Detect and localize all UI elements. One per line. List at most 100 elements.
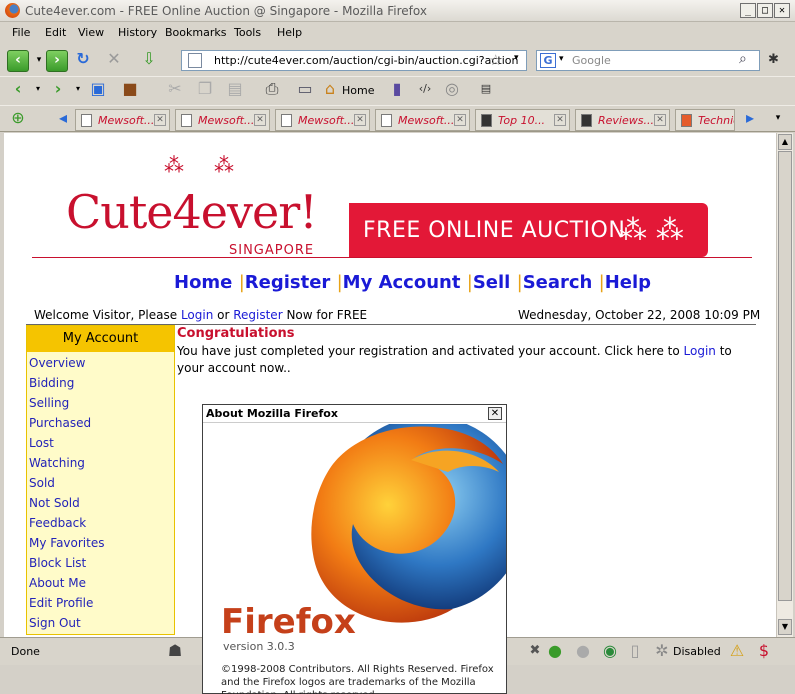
gear-icon[interactable]: ✲: [652, 641, 672, 663]
forward-button[interactable]: ›: [46, 50, 68, 72]
menu-edit[interactable]: Edit: [45, 26, 66, 39]
download-icon[interactable]: ⇩: [139, 49, 159, 71]
sidebar-item-feedback[interactable]: Feedback: [29, 516, 86, 530]
login-link[interactable]: Login: [181, 308, 213, 322]
info-icon[interactable]: ●: [545, 641, 565, 663]
register-link[interactable]: Register: [233, 308, 282, 322]
status-warning-icon[interactable]: ⚠: [727, 641, 747, 663]
back-menu-icon[interactable]: ▾: [28, 79, 48, 101]
tab-close-icon[interactable]: ✕: [554, 114, 566, 126]
close-window-button[interactable]: ✕: [774, 3, 790, 18]
briefcase-icon[interactable]: ■: [120, 79, 140, 101]
stop-icon[interactable]: ✕: [104, 49, 124, 71]
bookmarks-icon[interactable]: ▮: [387, 79, 407, 101]
bookmark-star-icon[interactable]: ☆: [489, 51, 502, 69]
tab-scroll-right-icon[interactable]: ▸: [740, 108, 760, 130]
url-text[interactable]: http://cute4ever.com/auction/cgi-bin/auc…: [214, 54, 518, 67]
sidebar-item-purchased[interactable]: Purchased: [29, 416, 91, 430]
status-circle-icon[interactable]: ●: [573, 641, 593, 663]
dialog-close-button[interactable]: ✕: [488, 407, 502, 420]
message-login-link[interactable]: Login: [684, 344, 716, 358]
menu-tools[interactable]: Tools: [234, 26, 261, 39]
menu-help[interactable]: Help: [277, 26, 302, 39]
tab-5[interactable]: Top 10... ✕: [475, 109, 570, 131]
tab-close-icon[interactable]: ✕: [154, 114, 166, 126]
source-icon[interactable]: ‹/›: [415, 79, 435, 101]
tab-3[interactable]: Mewsoft... ✕: [275, 109, 370, 131]
status-dollar-icon[interactable]: $: [754, 641, 774, 663]
sidebar-item-bidding[interactable]: Bidding: [29, 376, 74, 390]
search-engine-dropdown-icon[interactable]: ▾: [559, 54, 564, 64]
nav-my-account[interactable]: My Account: [343, 272, 461, 293]
tab-close-icon[interactable]: ✕: [654, 114, 666, 126]
copy-icon[interactable]: ❐: [195, 79, 215, 101]
menu-bookmarks[interactable]: Bookmarks: [165, 26, 226, 39]
extension-icon[interactable]: ✱: [768, 52, 779, 67]
forward-menu-icon[interactable]: ▾: [68, 79, 88, 101]
tab-2[interactable]: Mewsoft... ✕: [175, 109, 270, 131]
tab-close-icon[interactable]: ✕: [354, 114, 366, 126]
tab-6[interactable]: Reviews... ✕: [575, 109, 670, 131]
home-icon[interactable]: ⌂: [320, 79, 340, 101]
dialog-version: version 3.0.3: [223, 640, 295, 653]
tab-1[interactable]: Mewsoft... ✕: [75, 109, 170, 131]
sidebar-item-about-me[interactable]: About Me: [29, 576, 86, 590]
search-bar[interactable]: G ▾ Google ⌕: [536, 50, 760, 71]
printer-icon[interactable]: ▭: [295, 79, 315, 101]
scroll-down-icon[interactable]: ▼: [778, 619, 792, 635]
js-icon[interactable]: ▤: [476, 79, 496, 101]
tab-7[interactable]: Technic: [675, 109, 735, 131]
sidebar-item-watching[interactable]: Watching: [29, 456, 85, 470]
all-tabs-icon[interactable]: ▾: [768, 108, 788, 130]
sidebar-item-not-sold[interactable]: Not Sold: [29, 496, 80, 510]
nav-sell[interactable]: Sell: [473, 272, 511, 293]
print-icon[interactable]: ⎙: [262, 79, 282, 101]
home-button[interactable]: Home: [342, 84, 374, 97]
sidebar-item-sign-out[interactable]: Sign Out: [29, 616, 81, 630]
sidebar-item-sold[interactable]: Sold: [29, 476, 55, 490]
status-e-icon[interactable]: ◉: [600, 641, 620, 663]
status-addon-icon[interactable]: ☗: [165, 641, 185, 663]
menu-file[interactable]: File: [12, 26, 30, 39]
tab-scroll-left-icon[interactable]: ◂: [53, 108, 73, 130]
nav-register[interactable]: Register: [245, 272, 331, 293]
vertical-scrollbar[interactable]: ▲ ▼: [776, 133, 793, 637]
reload-icon[interactable]: ↻: [73, 49, 93, 71]
tab-close-icon[interactable]: ✕: [454, 114, 466, 126]
cut-icon[interactable]: ✂: [165, 79, 185, 101]
tab-close-icon[interactable]: ✕: [254, 114, 266, 126]
sidebar-item-block-list[interactable]: Block List: [29, 556, 86, 570]
sidebar-item-selling[interactable]: Selling: [29, 396, 69, 410]
options-icon[interactable]: ◎: [442, 79, 462, 101]
back-button[interactable]: ‹: [7, 50, 29, 72]
menu-history[interactable]: History: [118, 26, 157, 39]
forward-arrow-icon[interactable]: ›: [48, 79, 68, 101]
scroll-up-icon[interactable]: ▲: [778, 134, 792, 150]
new-tab-button-icon[interactable]: ⊕: [8, 108, 28, 130]
sidebar-item-edit-profile[interactable]: Edit Profile: [29, 596, 93, 610]
nav-help[interactable]: Help: [605, 272, 651, 293]
url-bar[interactable]: http://cute4ever.com/auction/cgi-bin/auc…: [181, 50, 527, 71]
menu-view[interactable]: View: [78, 26, 104, 39]
status-page-icon[interactable]: ▯: [625, 641, 645, 663]
search-icon[interactable]: ⌕: [739, 51, 747, 67]
new-tab-icon[interactable]: ▣: [88, 79, 108, 101]
scrollbar-thumb[interactable]: [778, 151, 792, 601]
tab-4[interactable]: Mewsoft... ✕: [375, 109, 470, 131]
paste-icon[interactable]: ▤: [225, 79, 245, 101]
search-engine-icon[interactable]: G: [540, 53, 556, 68]
minimize-button[interactable]: _: [740, 3, 756, 18]
maximize-button[interactable]: □: [757, 3, 773, 18]
nav-search[interactable]: Search: [523, 272, 593, 293]
sidebar-item-overview[interactable]: Overview: [29, 356, 86, 370]
search-input[interactable]: Google: [572, 54, 611, 67]
sidebar-item-lost[interactable]: Lost: [29, 436, 54, 450]
site-logo[interactable]: Cute4ever!: [66, 185, 318, 239]
message-title: Congratulations: [177, 326, 295, 341]
nav-home[interactable]: Home: [174, 272, 232, 293]
tools-icon[interactable]: ✖: [525, 641, 545, 663]
back-arrow-icon[interactable]: ‹: [8, 79, 28, 101]
sidebar-item-my-favorites[interactable]: My Favorites: [29, 536, 104, 550]
url-dropdown-icon[interactable]: ▾: [514, 53, 519, 63]
paw-icon: ⁂ ⁂: [619, 213, 684, 246]
